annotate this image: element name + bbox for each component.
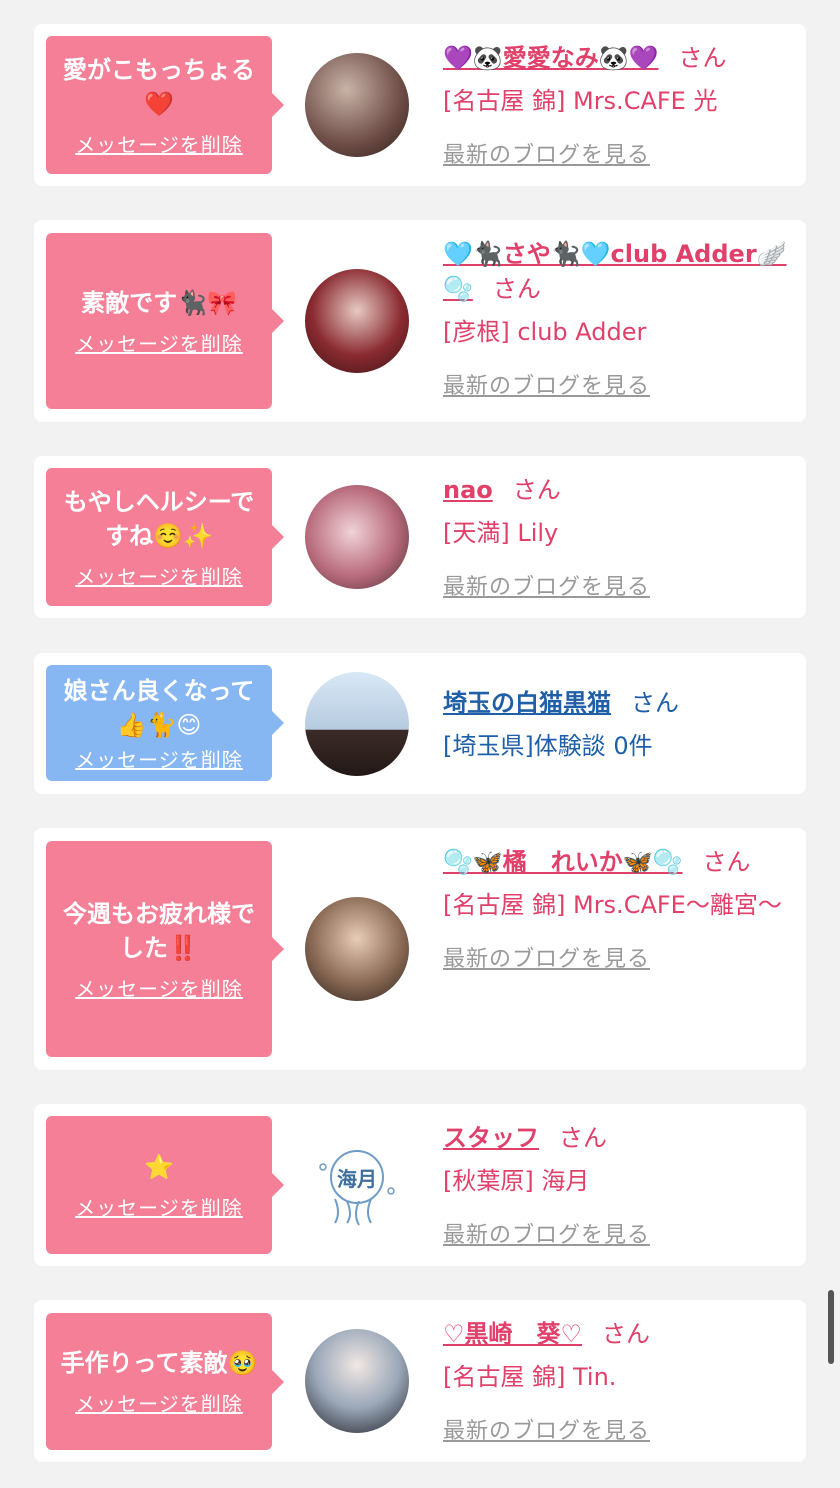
shop-name: [秋葉原] 海月 [443, 1167, 590, 1195]
message-bubble: もやしヘルシーですね☺️✨ メッセージを削除 [46, 468, 284, 606]
sender-info: 🩵🐈‍⬛さや🐈‍⬛🩵club Adder🪽🫧 さん [彦根] club Adder… [443, 234, 793, 400]
message-card: 愛がこもっちょる❤️ メッセージを削除 💜🐼愛愛なみ🐼💜 さん [名古屋 錦] M… [34, 24, 806, 186]
message-list: 愛がこもっちょる❤️ メッセージを削除 💜🐼愛愛なみ🐼💜 さん [名古屋 錦] M… [0, 0, 840, 1488]
delete-message-link[interactable]: メッセージを削除 [75, 328, 243, 357]
sender-name-link[interactable]: 埼玉の白猫黒猫 [443, 689, 611, 717]
shop-name: [彦根] club Adder [443, 318, 647, 346]
message-card: 娘さん良くなって👍🐈😊 メッセージを削除 埼玉の白猫黒猫 さん [埼玉県]体験談 … [34, 653, 806, 794]
sender-info: スタッフ さん [秋葉原] 海月 最新のブログを見る [443, 1118, 793, 1249]
scrollbar-thumb[interactable] [828, 1290, 834, 1364]
message-text: 娘さん良くなって👍🐈😊 [63, 676, 255, 739]
latest-blog-link[interactable]: 最新のブログを見る [443, 368, 793, 400]
message-bubble: ⭐️ メッセージを削除 [46, 1116, 284, 1254]
latest-blog-link[interactable]: 最新のブログを見る [443, 137, 793, 169]
avatar[interactable]: 海月 [305, 1133, 409, 1237]
sender-info: 埼玉の白猫黒猫 さん [埼玉県]体験談 0件 [443, 683, 793, 764]
shop-name: [名古屋 錦] Mrs.CAFE 光 [443, 87, 718, 115]
latest-blog-link[interactable]: 最新のブログを見る [443, 1413, 793, 1445]
message-card: 手作りって素敵🥹 メッセージを削除 ♡黒崎 葵♡ さん [名古屋 錦] Tin. … [34, 1300, 806, 1462]
honorific: さん [512, 476, 561, 504]
message-text: 今週もお疲れ様でした‼️ [63, 899, 255, 962]
delete-message-link[interactable]: メッセージを削除 [75, 561, 243, 590]
sender-name-link[interactable]: スタッフ [443, 1124, 539, 1152]
avatar[interactable] [305, 485, 409, 589]
message-bubble: 愛がこもっちょる❤️ メッセージを削除 [46, 36, 284, 174]
avatar[interactable] [305, 672, 409, 776]
honorific: さん [678, 44, 727, 72]
shop-name: [埼玉県]体験談 0件 [443, 732, 653, 760]
latest-blog-link[interactable]: 最新のブログを見る [443, 1217, 793, 1249]
message-card: 素敵です🐈‍⬛🎀 メッセージを削除 🩵🐈‍⬛さや🐈‍⬛🩵club Adder🪽🫧… [34, 220, 806, 422]
sender-info: 💜🐼愛愛なみ🐼💜 さん [名古屋 錦] Mrs.CAFE 光 最新のブログを見る [443, 38, 793, 169]
shop-name: [名古屋 錦] Mrs.CAFE〜離宮〜 [443, 891, 782, 919]
message-text: ⭐️ [144, 1152, 174, 1181]
shop-name: [名古屋 錦] Tin. [443, 1363, 617, 1391]
sender-name-link[interactable]: 💜🐼愛愛なみ🐼💜 [443, 44, 659, 72]
avatar[interactable] [305, 1329, 409, 1433]
sender-info: ♡黒崎 葵♡ さん [名古屋 錦] Tin. 最新のブログを見る [443, 1314, 793, 1445]
honorific: さん [492, 275, 541, 303]
message-bubble: 今週もお疲れ様でした‼️ メッセージを削除 [46, 841, 284, 1057]
delete-message-link[interactable]: メッセージを削除 [75, 1388, 243, 1417]
honorific: さん [631, 689, 679, 717]
message-bubble: 手作りって素敵🥹 メッセージを削除 [46, 1313, 284, 1450]
shop-name: [天満] Lily [443, 519, 559, 547]
delete-message-link[interactable]: メッセージを削除 [75, 744, 243, 773]
message-text: 愛がこもっちょる❤️ [63, 55, 255, 118]
honorific: さん [559, 1124, 607, 1152]
delete-message-link[interactable]: メッセージを削除 [75, 973, 243, 1002]
message-card: もやしヘルシーですね☺️✨ メッセージを削除 nao さん [天満] Lily 最… [34, 456, 806, 618]
message-text: 手作りって素敵🥹 [60, 1349, 258, 1377]
honorific: さん [602, 1320, 651, 1348]
latest-blog-link[interactable]: 最新のブログを見る [443, 941, 793, 973]
message-bubble: 素敵です🐈‍⬛🎀 メッセージを削除 [46, 233, 284, 409]
message-bubble: 娘さん良くなって👍🐈😊 メッセージを削除 [46, 665, 284, 781]
sender-name-link[interactable]: nao [443, 476, 493, 504]
avatar-logo-text: 海月 [337, 1167, 377, 1191]
sender-name-link[interactable]: ♡黒崎 葵♡ [443, 1320, 582, 1348]
delete-message-link[interactable]: メッセージを削除 [75, 129, 243, 158]
avatar[interactable] [305, 53, 409, 157]
message-text: 素敵です🐈‍⬛🎀 [81, 288, 237, 317]
message-card: ⭐️ メッセージを削除 海月 スタッフ さん [秋葉原] 海月 最新のブログを見る [34, 1104, 806, 1266]
latest-blog-link[interactable]: 最新のブログを見る [443, 569, 793, 601]
sender-name-link[interactable]: 🫧🦋橘 れいか🦋🫧 [443, 848, 683, 876]
honorific: さん [702, 848, 751, 876]
sender-info: 🫧🦋橘 れいか🦋🫧 さん [名古屋 錦] Mrs.CAFE〜離宮〜 最新のブログを… [443, 842, 793, 973]
message-text: もやしヘルシーですね☺️✨ [63, 487, 255, 550]
avatar[interactable] [305, 269, 409, 373]
message-card: 今週もお疲れ様でした‼️ メッセージを削除 🫧🦋橘 れいか🦋🫧 さん [名古屋 錦… [34, 828, 806, 1070]
avatar[interactable] [305, 897, 409, 1001]
sender-info: nao さん [天満] Lily 最新のブログを見る [443, 470, 793, 601]
delete-message-link[interactable]: メッセージを削除 [75, 1192, 243, 1221]
